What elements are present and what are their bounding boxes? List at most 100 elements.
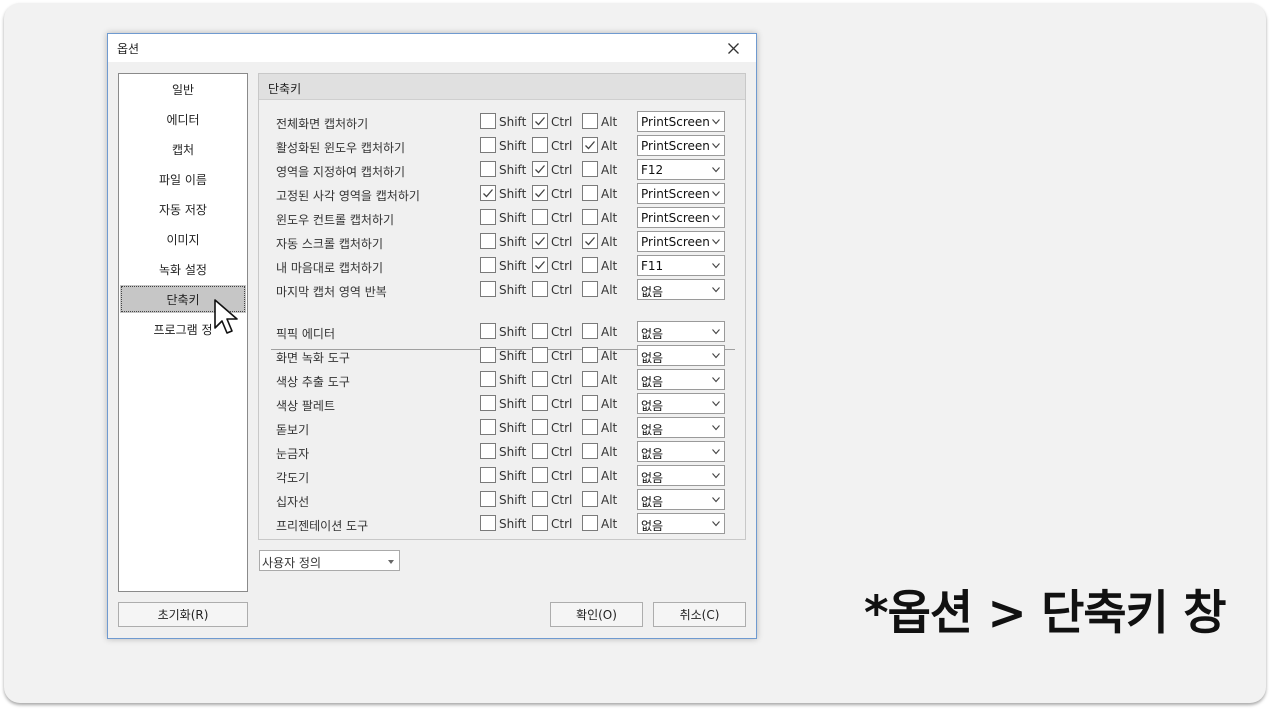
alt-checkbox[interactable]	[582, 371, 598, 387]
alt-checkbox[interactable]	[582, 323, 598, 339]
nav-item[interactable]: 에디터	[120, 105, 246, 133]
alt-checkbox[interactable]	[582, 467, 598, 483]
nav-item[interactable]: 이미지	[120, 225, 246, 253]
shift-checkbox[interactable]	[480, 233, 496, 249]
chevron-down-icon	[388, 560, 394, 564]
key-select[interactable]: PrintScreen	[637, 231, 725, 252]
ctrl-checkbox[interactable]	[532, 443, 548, 459]
shift-checkbox[interactable]	[480, 419, 496, 435]
ctrl-checkbox[interactable]	[532, 323, 548, 339]
ctrl-checkbox[interactable]	[532, 467, 548, 483]
key-select[interactable]: 없음	[637, 321, 725, 342]
alt-checkbox[interactable]	[582, 161, 598, 177]
alt-checkbox[interactable]	[582, 491, 598, 507]
shift-checkbox[interactable]	[480, 323, 496, 339]
key-select[interactable]: PrintScreen	[637, 111, 725, 132]
shift-checkbox[interactable]	[480, 209, 496, 225]
key-select[interactable]: F12	[637, 159, 725, 180]
preset-select[interactable]: 사용자 정의	[259, 550, 400, 571]
shortcut-row: 윈도우 컨트롤 캡처하기 Shift Ctrl Alt PrintScreen	[259, 206, 745, 230]
alt-checkbox[interactable]	[582, 209, 598, 225]
alt-checkbox[interactable]	[582, 257, 598, 273]
key-select[interactable]: PrintScreen	[637, 183, 725, 204]
alt-label: Alt	[601, 421, 618, 435]
nav-item[interactable]: 녹화 설정	[120, 255, 246, 283]
key-select[interactable]: 없음	[637, 465, 725, 486]
ctrl-checkbox[interactable]	[532, 491, 548, 507]
nav-item[interactable]: 캡처	[120, 135, 246, 163]
alt-checkbox[interactable]	[582, 515, 598, 531]
ctrl-checkbox[interactable]	[532, 257, 548, 273]
close-button[interactable]	[710, 34, 756, 62]
shift-checkbox[interactable]	[480, 515, 496, 531]
shortcut-row: 자동 스크롤 캡처하기 Shift Ctrl Alt PrintScreen	[259, 230, 745, 254]
shift-checkbox[interactable]	[480, 371, 496, 387]
shift-checkbox[interactable]	[480, 467, 496, 483]
chevron-down-icon	[712, 329, 720, 335]
shift-checkbox[interactable]	[480, 137, 496, 153]
key-select[interactable]: 없음	[637, 441, 725, 462]
key-select[interactable]: 없음	[637, 489, 725, 510]
key-select[interactable]: 없음	[637, 513, 725, 534]
ctrl-checkbox[interactable]	[532, 395, 548, 411]
ctrl-checkbox[interactable]	[532, 281, 548, 297]
ctrl-checkbox[interactable]	[532, 209, 548, 225]
chevron-down-icon	[712, 191, 720, 197]
checkmark-icon	[535, 261, 545, 270]
shift-checkbox[interactable]	[480, 395, 496, 411]
nav-item[interactable]: 자동 저장	[120, 195, 246, 223]
nav-item[interactable]: 파일 이름	[120, 165, 246, 193]
ctrl-checkbox[interactable]	[532, 515, 548, 531]
alt-checkbox[interactable]	[582, 113, 598, 129]
section-title: 단축키	[268, 82, 302, 96]
key-select[interactable]: PrintScreen	[637, 207, 725, 228]
shift-checkbox[interactable]	[480, 161, 496, 177]
alt-checkbox[interactable]	[582, 419, 598, 435]
ctrl-checkbox[interactable]	[532, 347, 548, 363]
shift-label: Shift	[499, 397, 527, 411]
checkmark-icon	[535, 165, 545, 174]
shift-checkbox[interactable]	[480, 347, 496, 363]
ctrl-checkbox[interactable]	[532, 371, 548, 387]
shift-checkbox[interactable]	[480, 491, 496, 507]
alt-checkbox[interactable]	[582, 443, 598, 459]
ctrl-label: Ctrl	[551, 283, 573, 297]
key-select[interactable]: PrintScreen	[637, 135, 725, 156]
key-select[interactable]: 없음	[637, 345, 725, 366]
alt-checkbox[interactable]	[582, 347, 598, 363]
chevron-down-icon	[712, 263, 720, 269]
ctrl-checkbox[interactable]	[532, 185, 548, 201]
ok-button[interactable]: 확인(O)	[550, 602, 643, 627]
key-select[interactable]: F11	[637, 255, 725, 276]
ctrl-checkbox[interactable]	[532, 137, 548, 153]
ctrl-checkbox[interactable]	[532, 233, 548, 249]
alt-checkbox[interactable]	[582, 395, 598, 411]
shortcut-label: 각도기	[276, 471, 310, 485]
key-select[interactable]: 없음	[637, 417, 725, 438]
ctrl-checkbox[interactable]	[532, 419, 548, 435]
checkmark-icon	[535, 189, 545, 198]
alt-checkbox[interactable]	[582, 137, 598, 153]
alt-checkbox[interactable]	[582, 233, 598, 249]
reset-button[interactable]: 초기화(R)	[118, 602, 248, 627]
alt-checkbox[interactable]	[582, 281, 598, 297]
cancel-button[interactable]: 취소(C)	[653, 602, 746, 627]
ctrl-checkbox[interactable]	[532, 113, 548, 129]
shift-checkbox[interactable]	[480, 443, 496, 459]
shift-label: Shift	[499, 493, 527, 507]
key-select[interactable]: 없음	[637, 279, 725, 300]
shift-checkbox[interactable]	[480, 113, 496, 129]
alt-checkbox[interactable]	[582, 185, 598, 201]
key-select[interactable]: 없음	[637, 393, 725, 414]
shift-checkbox[interactable]	[480, 185, 496, 201]
shortcut-label: 색상 추출 도구	[276, 375, 350, 389]
chevron-down-icon	[712, 353, 720, 359]
shortcut-label: 전체화면 캡처하기	[276, 117, 369, 131]
ctrl-checkbox[interactable]	[532, 161, 548, 177]
shift-checkbox[interactable]	[480, 281, 496, 297]
shift-label: Shift	[499, 517, 527, 531]
nav-item[interactable]: 일반	[120, 75, 246, 103]
key-value: 없음	[641, 375, 664, 389]
key-select[interactable]: 없음	[637, 369, 725, 390]
shift-checkbox[interactable]	[480, 257, 496, 273]
